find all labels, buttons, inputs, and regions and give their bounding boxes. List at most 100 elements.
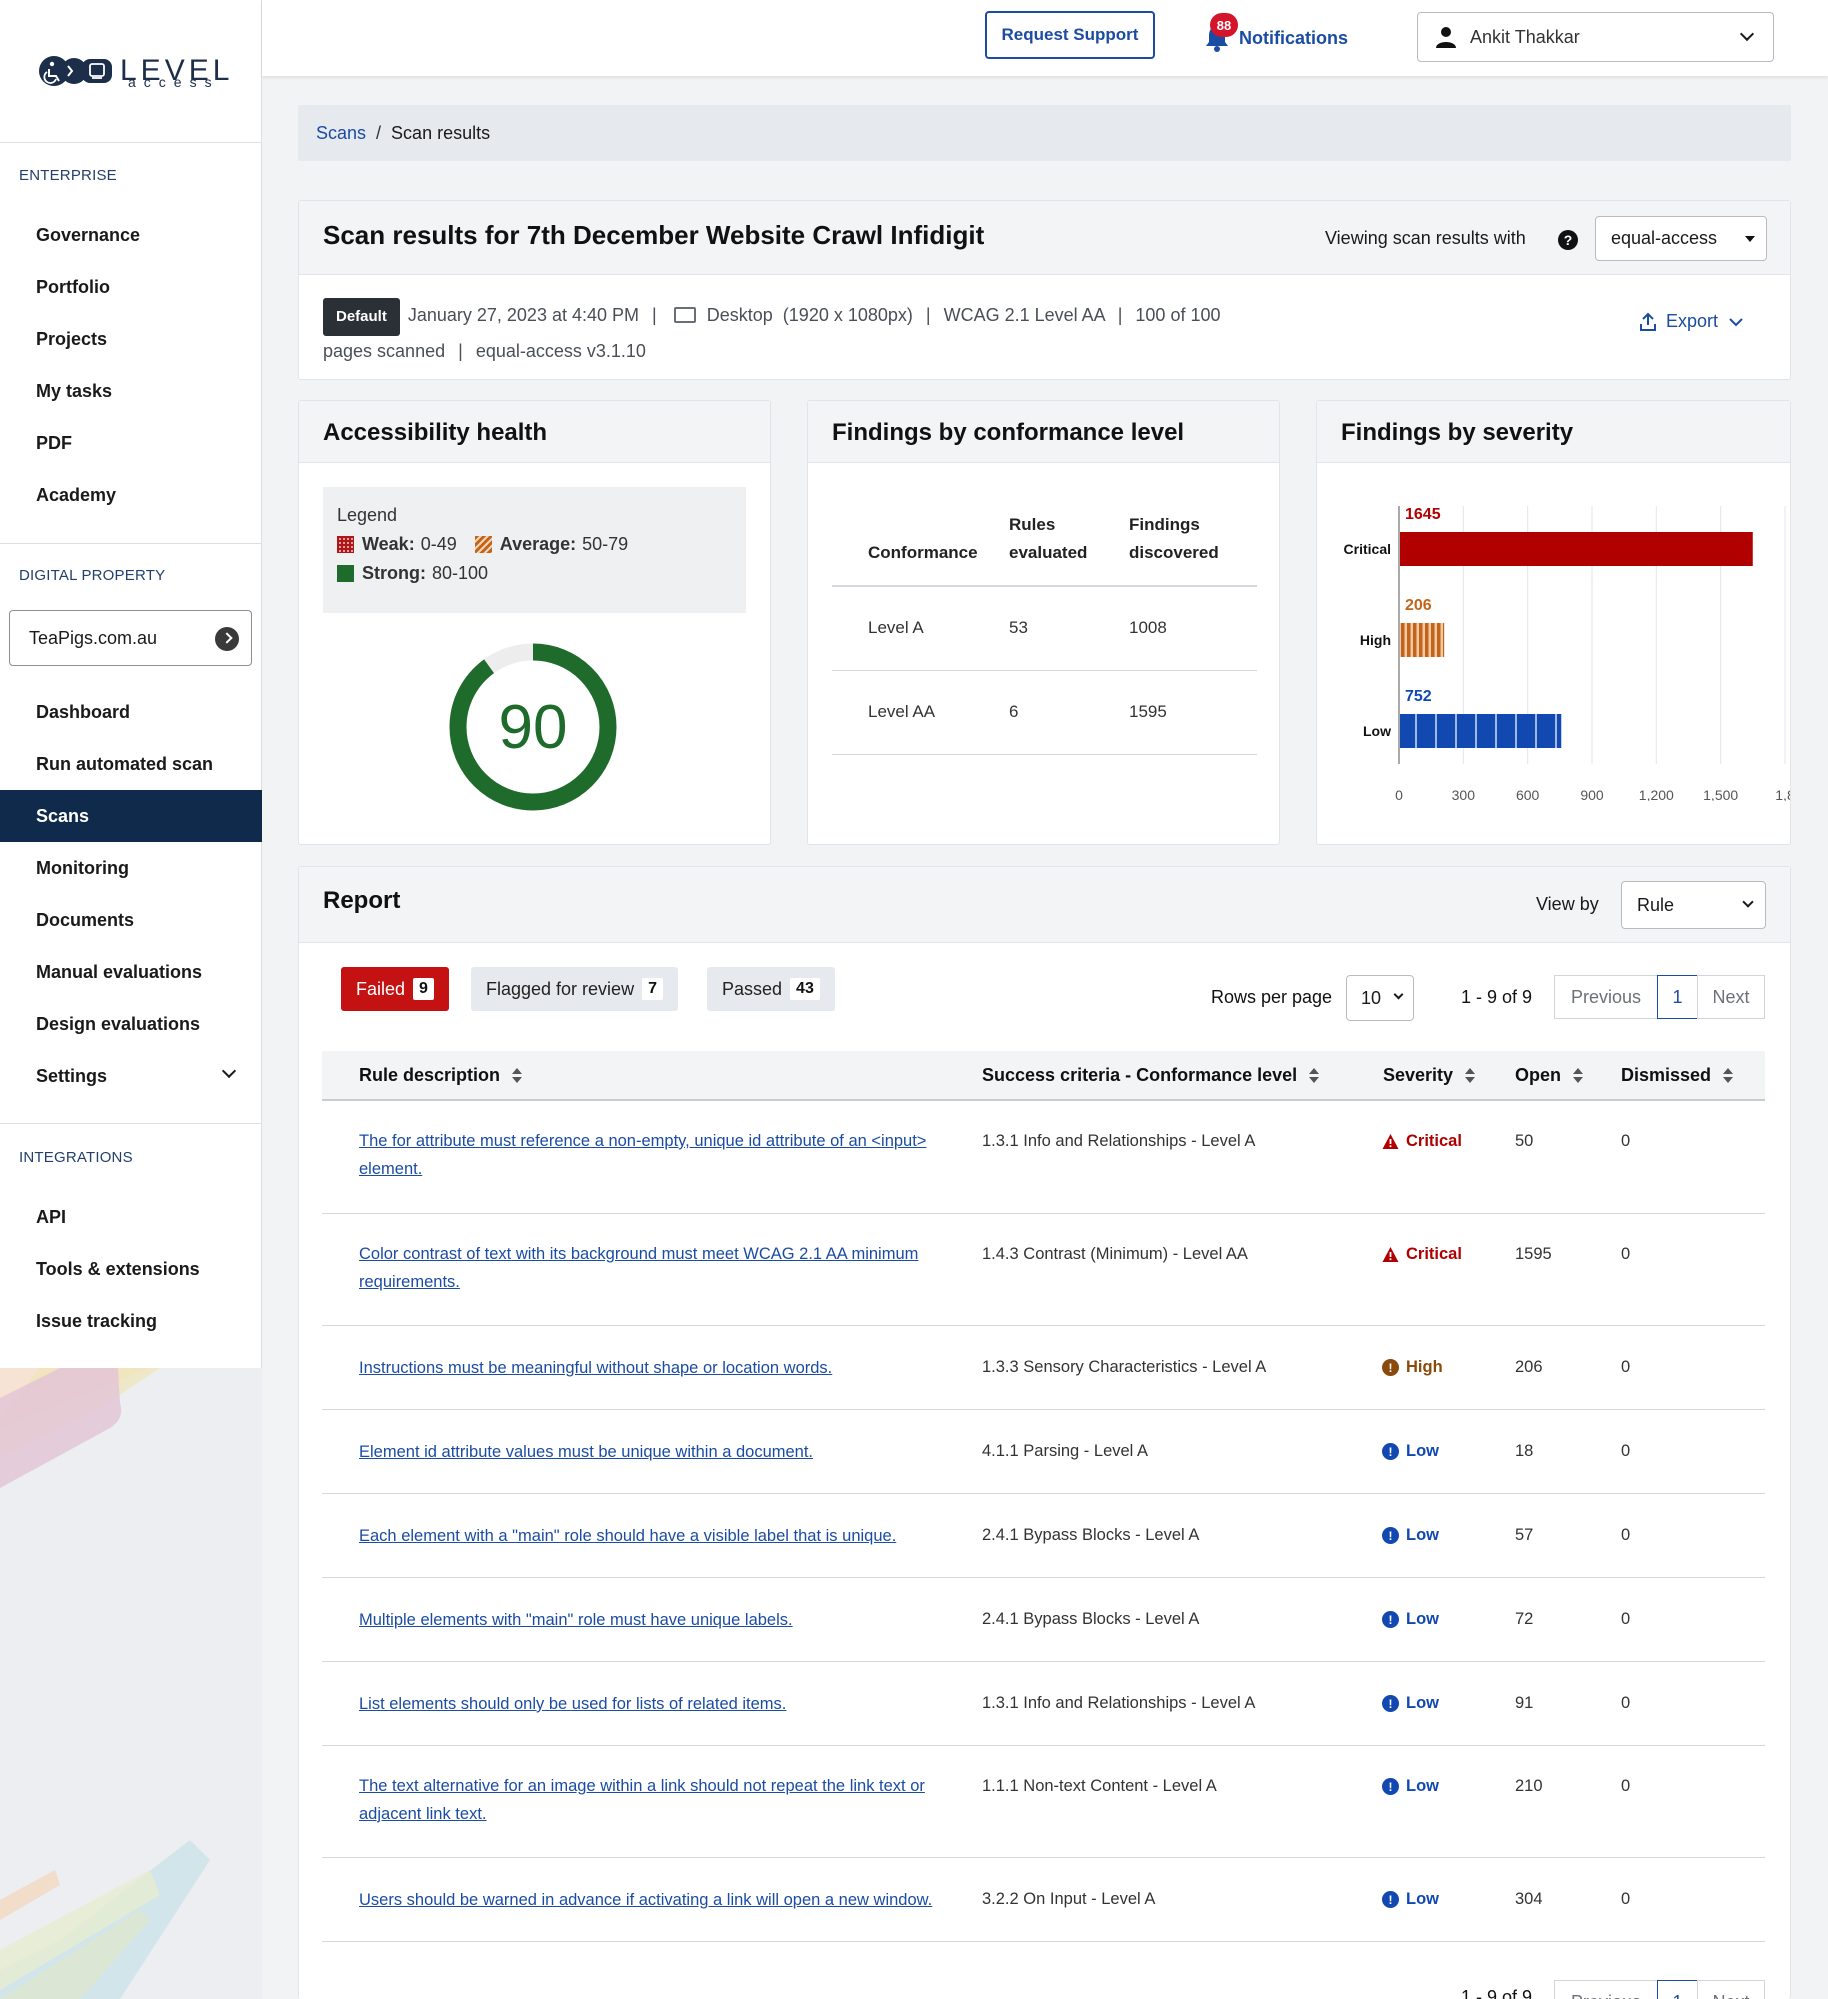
sidebar-item-projects[interactable]: Projects bbox=[0, 313, 262, 365]
default-badge: Default bbox=[323, 298, 400, 336]
rule-description-link[interactable]: Color contrast of text with its backgrou… bbox=[359, 1240, 959, 1296]
sidebar-item-api[interactable]: API bbox=[0, 1191, 262, 1243]
scan-date: January 27, 2023 at 4:40 PM bbox=[407, 305, 639, 325]
sidebar-item-design-evaluations[interactable]: Design evaluations bbox=[0, 998, 262, 1050]
previous-page-button-bottom[interactable]: Previous bbox=[1554, 1980, 1658, 1999]
column-header-rule-description[interactable]: Rule description bbox=[359, 1065, 523, 1086]
sort-icon bbox=[1723, 1067, 1734, 1084]
conformance-level: Level A bbox=[832, 586, 1009, 671]
request-support-button[interactable]: Request Support bbox=[985, 11, 1155, 59]
data-label: 1645 bbox=[1405, 506, 1441, 523]
severity-cell: ! Low bbox=[1382, 1890, 1439, 1909]
digital-property-select[interactable]: TeaPigs.com.au bbox=[9, 610, 252, 666]
column-header-success-criteria[interactable]: Success criteria - Conformance level bbox=[982, 1065, 1320, 1086]
rule-description-link[interactable]: The for attribute must reference a non-e… bbox=[359, 1127, 959, 1183]
export-button[interactable]: Export bbox=[1638, 311, 1744, 332]
sidebar-item-dashboard[interactable]: Dashboard bbox=[0, 686, 262, 738]
sidebar-item-settings[interactable]: Settings bbox=[0, 1050, 262, 1102]
sidebar-item-manual-evaluations[interactable]: Manual evaluations bbox=[0, 946, 262, 998]
success-criteria-cell: 2.4.1 Bypass Blocks - Level A bbox=[982, 1526, 1200, 1544]
integrations-section-title: INTEGRATIONS bbox=[19, 1149, 133, 1166]
column-header-label: Severity bbox=[1383, 1065, 1454, 1085]
arrow-right-circle-icon[interactable] bbox=[215, 627, 239, 651]
bar-critical bbox=[1400, 532, 1753, 566]
column-header: Findings discovered bbox=[1129, 507, 1257, 587]
rule-description-link[interactable]: Element id attribute values must be uniq… bbox=[359, 1438, 959, 1466]
category-label: Low bbox=[1363, 723, 1391, 739]
sidebar-item-portfolio[interactable]: Portfolio bbox=[0, 261, 262, 313]
weak-swatch bbox=[337, 536, 354, 553]
sidebar-item-monitoring[interactable]: Monitoring bbox=[0, 842, 262, 894]
severity-cell: ! Low bbox=[1382, 1526, 1439, 1545]
sidebar-item-documents[interactable]: Documents bbox=[0, 894, 262, 946]
page-1-button-bottom[interactable]: 1 bbox=[1657, 1980, 1698, 1999]
view-by-value: Rule bbox=[1637, 894, 1675, 915]
severity-label: Low bbox=[1406, 1777, 1439, 1795]
sidebar-item-my-tasks[interactable]: My tasks bbox=[0, 365, 262, 417]
legend-row: Weak: 0-49 Average: 50-79 bbox=[337, 534, 732, 555]
open-count-cell: 304 bbox=[1515, 1890, 1543, 1908]
caret-down-icon bbox=[1745, 236, 1755, 242]
severity-cell: ! Low bbox=[1382, 1694, 1439, 1713]
open-count-cell: 206 bbox=[1515, 1358, 1543, 1376]
open-count-cell: 50 bbox=[1515, 1132, 1534, 1150]
rule-description-link[interactable]: The text alternative for an image within… bbox=[359, 1772, 959, 1828]
rows-per-page-value: 10 bbox=[1361, 987, 1382, 1008]
rule-description-link[interactable]: List elements should only be used for li… bbox=[359, 1690, 959, 1718]
column-header-severity[interactable]: Severity bbox=[1383, 1065, 1476, 1086]
pages-scanned-count: 100 of 100 bbox=[1135, 305, 1221, 325]
rule-description-link[interactable]: Each element with a "main" role should h… bbox=[359, 1522, 959, 1550]
tab-passed[interactable]: Passed 43 bbox=[707, 967, 835, 1011]
x-tick-label: 1,200 bbox=[1639, 787, 1674, 801]
page-1-button[interactable]: 1 bbox=[1657, 975, 1698, 1019]
sidebar-item-scans[interactable]: Scans bbox=[0, 790, 262, 842]
tab-failed[interactable]: Failed 9 bbox=[341, 967, 449, 1011]
column-header: Conformance bbox=[832, 507, 1009, 587]
accessibility-health-header: Accessibility health bbox=[299, 401, 770, 463]
view-by-select[interactable]: Rule bbox=[1621, 881, 1766, 929]
alert-circle-icon: ! bbox=[1382, 1359, 1399, 1376]
sidebar-item-issue-tracking[interactable]: Issue tracking bbox=[0, 1295, 262, 1347]
sidebar-item-academy[interactable]: Academy bbox=[0, 469, 262, 521]
sort-icon bbox=[1465, 1067, 1476, 1084]
report-title: Report bbox=[323, 887, 401, 914]
upload-icon bbox=[1639, 312, 1656, 331]
rule-description-link[interactable]: Users should be warned in advance if act… bbox=[359, 1886, 959, 1914]
help-icon[interactable]: ? bbox=[1558, 230, 1578, 250]
rows-per-page-select[interactable]: 10 bbox=[1346, 975, 1414, 1021]
sidebar-item-governance[interactable]: Governance bbox=[0, 209, 262, 261]
open-count-cell: 1595 bbox=[1515, 1245, 1552, 1263]
decorative-stripes-top bbox=[0, 1368, 160, 1488]
next-page-button[interactable]: Next bbox=[1697, 975, 1765, 1019]
tab-flagged-for-review[interactable]: Flagged for review 7 bbox=[471, 967, 678, 1011]
sidebar-item-pdf[interactable]: PDF bbox=[0, 417, 262, 469]
user-menu-select[interactable]: Ankit Thakkar bbox=[1417, 12, 1774, 62]
enterprise-section-title: ENTERPRISE bbox=[19, 167, 117, 184]
dismissed-count-cell: 0 bbox=[1621, 1694, 1631, 1712]
x-tick-label: 300 bbox=[1452, 787, 1476, 801]
success-criteria-cell: 1.3.1 Info and Relationships - Level A bbox=[982, 1132, 1256, 1150]
report-table-header: Rule description Success criteria - Conf… bbox=[322, 1051, 1765, 1101]
info-circle-icon: ! bbox=[1382, 1778, 1399, 1795]
average-label: Average: bbox=[499, 534, 577, 554]
conformance-level: Level AA bbox=[832, 670, 1009, 755]
next-page-button-bottom[interactable]: Next bbox=[1697, 1980, 1765, 1999]
engine-select[interactable]: equal-access bbox=[1595, 216, 1767, 261]
info-circle-icon: ! bbox=[1382, 1527, 1399, 1544]
previous-page-button[interactable]: Previous bbox=[1554, 975, 1658, 1019]
tab-label: Failed bbox=[356, 978, 406, 999]
breadcrumb-link-scans[interactable]: Scans bbox=[316, 123, 366, 144]
rule-description-link[interactable]: Instructions must be meaningful without … bbox=[359, 1354, 959, 1382]
x-tick-label: 1,500 bbox=[1703, 787, 1738, 801]
tab-label: Passed bbox=[722, 978, 783, 999]
column-header-dismissed[interactable]: Dismissed bbox=[1621, 1065, 1734, 1086]
sort-icon bbox=[512, 1067, 523, 1084]
page-title: Scan results for 7th December Website Cr… bbox=[323, 220, 985, 250]
rule-description-link[interactable]: Multiple elements with "main" role must … bbox=[359, 1606, 959, 1634]
sidebar-item-run-automated-scan[interactable]: Run automated scan bbox=[0, 738, 262, 790]
decorative-stripes-bottom bbox=[0, 1840, 210, 1999]
table-row: Instructions must be meaningful without … bbox=[322, 1326, 1765, 1410]
sidebar-item-tools-extensions[interactable]: Tools & extensions bbox=[0, 1243, 262, 1295]
column-header-open[interactable]: Open bbox=[1515, 1065, 1584, 1086]
health-score: 90 bbox=[499, 693, 568, 762]
